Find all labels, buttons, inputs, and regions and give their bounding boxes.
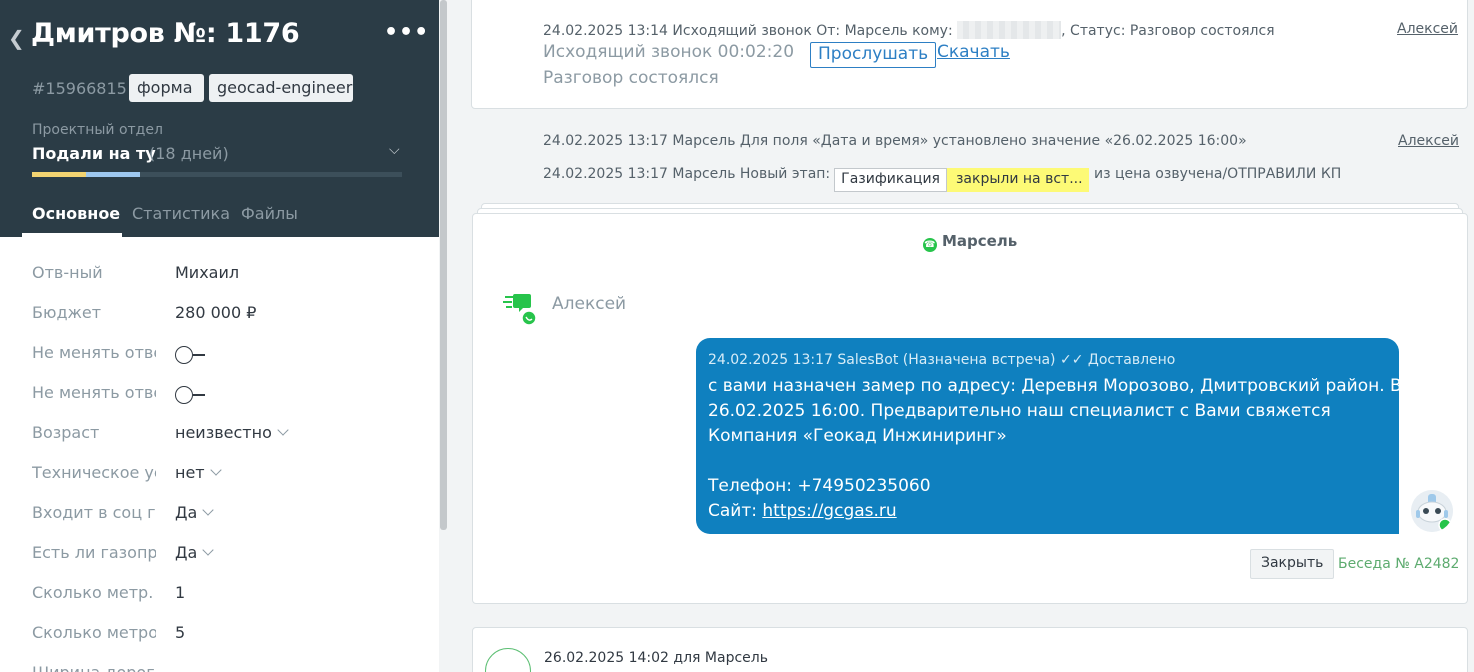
- tag-forma[interactable]: форма: [129, 74, 204, 102]
- call-result: Разговор состоялся: [543, 68, 719, 88]
- lead-title: Дмитров №: 1176: [31, 18, 300, 49]
- chevron-down-icon: [277, 424, 289, 436]
- sidebar-scrollbar-thumb[interactable]: [440, 0, 447, 530]
- call-duration: Исходящий звонок 00:02:20: [543, 42, 795, 62]
- chevron-down-icon: [202, 544, 214, 556]
- lead-id: #15966815: [32, 79, 127, 98]
- chat-contact: ☎ Марсель: [922, 232, 1018, 252]
- field-row: Возраст неизвестно: [0, 397, 439, 442]
- field-row: Не менять ответственного: [0, 317, 439, 364]
- stage-chevron-down-icon[interactable]: ⌵: [389, 142, 400, 158]
- redacted-phone: [957, 21, 1062, 39]
- field-row: Отв-ный Михаил: [0, 237, 439, 282]
- download-link[interactable]: Скачать: [937, 42, 1010, 62]
- back-chevron-icon[interactable]: ❮: [8, 26, 25, 50]
- chevron-down-icon: [209, 464, 222, 476]
- stage-change-event: 24.02.2025 13:17 Марсель Новый этап: Гази…: [543, 166, 1341, 192]
- stage-progress-bar: [32, 172, 402, 177]
- tab-main[interactable]: Основное: [32, 204, 120, 223]
- double-check-icon: ✓✓: [1059, 352, 1084, 368]
- field-row: Входит в соц газификациюДа: [0, 477, 439, 522]
- site-link[interactable]: https://gcgas.ru: [762, 501, 896, 521]
- lead-tabs: Основное Статистика Файлы: [0, 200, 439, 237]
- conversation-link[interactable]: Беседа № А2482: [1338, 556, 1459, 572]
- field-label: Ширина дороги: [32, 663, 156, 672]
- chevron-down-icon: [202, 504, 214, 516]
- progress-segment-2: [86, 172, 140, 177]
- stage-name[interactable]: Подали на ту: [32, 144, 156, 163]
- pipeline-name: Проектный отдел: [32, 122, 163, 138]
- field-row: Бюджет 280 000 ₽: [0, 277, 439, 322]
- salesbot-chat-icon: [503, 294, 537, 326]
- field-row: Ширина дороги: [0, 637, 439, 672]
- call-author-link[interactable]: Алексей: [1397, 21, 1458, 37]
- task-note: 26.02.2025 14:02 для Марсель: [472, 627, 1468, 672]
- lead-header: ❮ Дмитров №: 1176 ••• #15966815 форма ge…: [0, 0, 439, 237]
- lead-sidebar: ❮ Дмитров №: 1176 ••• #15966815 форма ge…: [0, 0, 439, 672]
- task-check-icon[interactable]: [485, 648, 531, 672]
- call-note: 24.02.2025 13:14 Исходящий звонок От: Ма…: [471, 0, 1468, 109]
- message-text: с вами назначен замер по адресу: Деревня…: [708, 376, 1447, 521]
- field-row: Не менять ответственного: [0, 357, 439, 404]
- field-row: Техническое условиенет: [0, 437, 439, 482]
- field-row: Есть ли газопроводДа: [0, 517, 439, 562]
- field-row: Сколько метров 5: [0, 597, 439, 642]
- task-meta: 26.02.2025 14:02 для Марсель: [544, 650, 768, 666]
- chat-conversation: ☎ Марсель Алексей 24.02.2025 13:17 Sales…: [472, 213, 1468, 604]
- listen-button[interactable]: Прослушать: [810, 42, 937, 68]
- progress-segment-1: [32, 172, 86, 177]
- stage-to-badge: закрыли на вст...: [946, 168, 1089, 192]
- stage-days: (18 дней): [149, 144, 229, 163]
- tab-files[interactable]: Файлы: [241, 204, 298, 223]
- stage-from-badge: Газификация: [834, 168, 947, 192]
- tab-statistics[interactable]: Статистика: [132, 204, 230, 223]
- call-meta: 24.02.2025 13:14 Исходящий звонок От: Ма…: [543, 21, 1275, 39]
- event-author-link[interactable]: Алексей: [1398, 133, 1459, 149]
- field-row: Сколько метр. от1: [0, 557, 439, 602]
- outgoing-message-bubble: 24.02.2025 13:17 SalesBot (Назначена вст…: [696, 338, 1446, 534]
- close-conversation-button[interactable]: Закрыть: [1250, 549, 1335, 579]
- bot-avatar: [1411, 490, 1453, 532]
- message-meta: 24.02.2025 13:17 SalesBot (Назначена вст…: [708, 352, 1176, 368]
- more-menu-icon[interactable]: •••: [384, 20, 429, 45]
- field-change-event: 24.02.2025 13:17 Марсель Для поля «Дата …: [543, 133, 1247, 149]
- tag-geocad[interactable]: geocad-engineering: [209, 74, 353, 102]
- whatsapp-icon: ☎: [922, 238, 937, 252]
- activity-feed: 24.02.2025 13:14 Исходящий звонок От: Ма…: [448, 0, 1474, 672]
- chat-sender-name: Алексей: [552, 294, 627, 314]
